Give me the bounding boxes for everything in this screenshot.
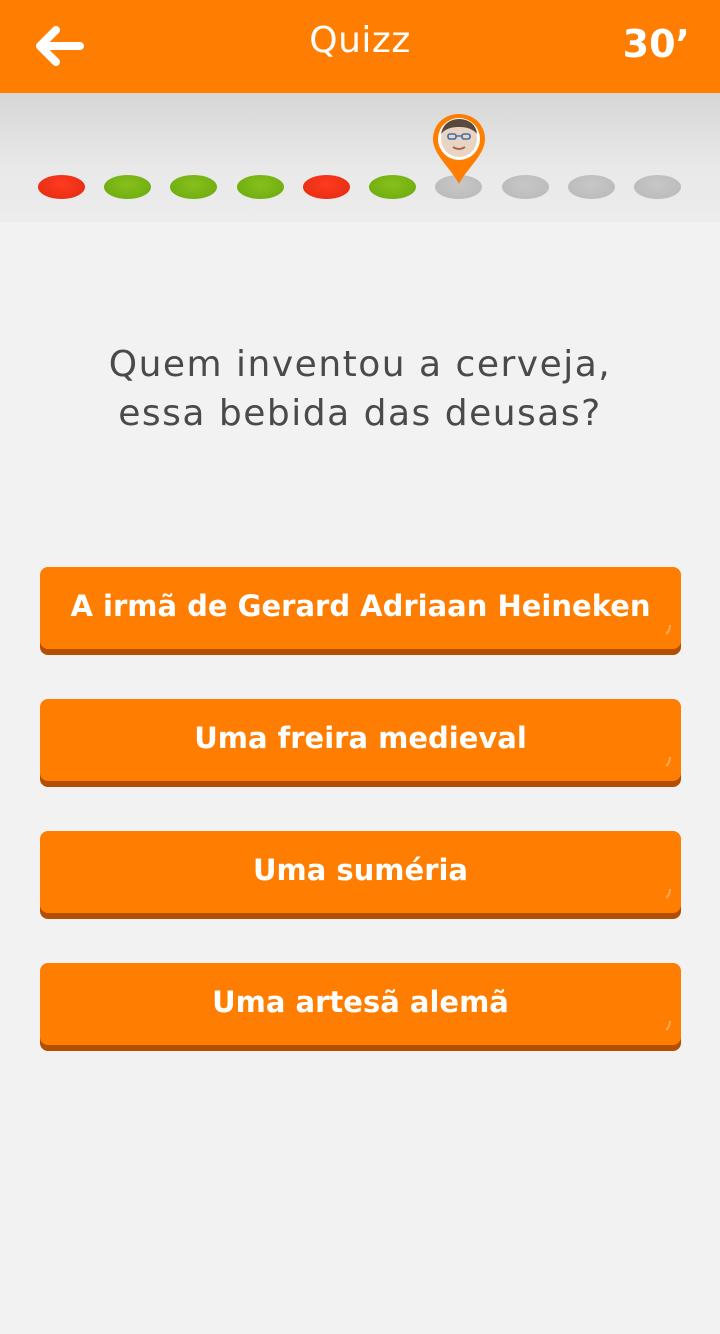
progress-dot-correct [104,175,151,199]
question-line-1: Quem inventou a cerveja, [108,344,612,385]
answer-button-3[interactable]: Uma suméria [40,831,681,913]
progress-dot-pending [634,175,681,199]
progress-dot-wrong [303,175,350,199]
answer-label: A irmã de Gerard Adriaan Heineken [70,589,651,623]
question-line-2: essa bebida das deusas? [118,393,602,434]
progress-dot-correct [369,175,416,199]
answer-button-4[interactable]: Uma artesã alemã [40,963,681,1045]
answer-button-2[interactable]: Uma freira medieval [40,699,681,781]
avatar-location-pin-icon [433,114,485,184]
corner-decoration [657,625,671,639]
progress-dot-pending [568,175,615,199]
countdown-timer: 30’ [622,22,690,66]
answer-label: Uma freira medieval [194,721,527,755]
progress-dot-correct [170,175,217,199]
corner-decoration [657,889,671,903]
page-title: Quizz [309,20,411,61]
question-text: Quem inventou a cerveja, essa bebida das… [60,340,660,438]
answer-button-1[interactable]: A irmã de Gerard Adriaan Heineken [40,567,681,649]
top-bar: Quizz 30’ [0,0,720,93]
corner-decoration [657,1021,671,1035]
question-progress [0,93,720,222]
answer-label: Uma suméria [252,853,469,887]
corner-decoration [657,757,671,771]
answer-label: Uma artesã alemã [212,985,509,1019]
progress-dot-pending [502,175,549,199]
progress-dot-correct [237,175,284,199]
progress-dot-wrong [38,175,85,199]
